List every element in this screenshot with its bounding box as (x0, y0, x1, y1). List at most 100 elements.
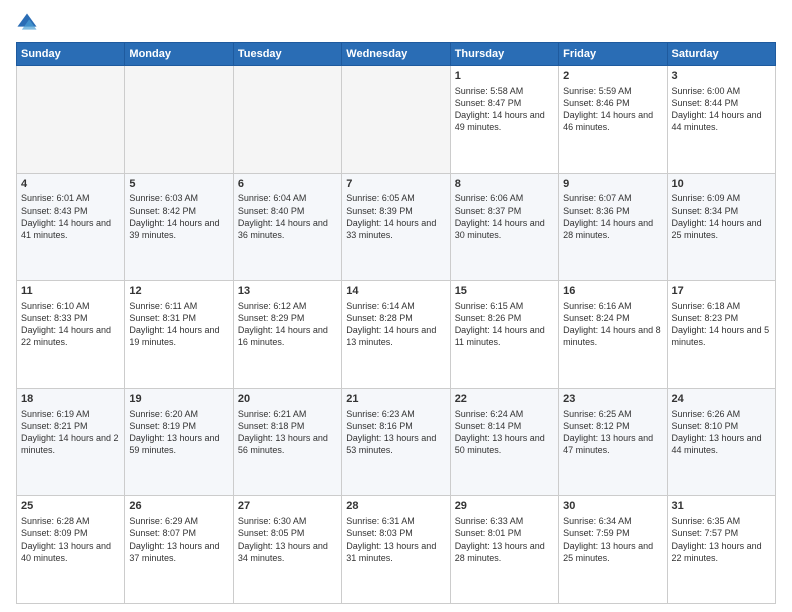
day-info: Sunrise: 6:03 AM Sunset: 8:42 PM Dayligh… (129, 192, 228, 241)
day-number: 3 (672, 69, 771, 84)
day-number: 10 (672, 177, 771, 192)
week-row-3: 11Sunrise: 6:10 AM Sunset: 8:33 PM Dayli… (17, 281, 776, 389)
day-info: Sunrise: 6:19 AM Sunset: 8:21 PM Dayligh… (21, 408, 120, 457)
day-info: Sunrise: 6:11 AM Sunset: 8:31 PM Dayligh… (129, 300, 228, 349)
day-number: 11 (21, 284, 120, 299)
day-info: Sunrise: 6:06 AM Sunset: 8:37 PM Dayligh… (455, 192, 554, 241)
day-number: 23 (563, 392, 662, 407)
col-header-wednesday: Wednesday (342, 43, 450, 66)
day-info: Sunrise: 6:18 AM Sunset: 8:23 PM Dayligh… (672, 300, 771, 349)
day-cell: 22Sunrise: 6:24 AM Sunset: 8:14 PM Dayli… (450, 388, 558, 496)
col-header-thursday: Thursday (450, 43, 558, 66)
day-cell: 18Sunrise: 6:19 AM Sunset: 8:21 PM Dayli… (17, 388, 125, 496)
day-number: 15 (455, 284, 554, 299)
day-cell (125, 66, 233, 174)
col-header-saturday: Saturday (667, 43, 775, 66)
day-number: 7 (346, 177, 445, 192)
day-info: Sunrise: 6:30 AM Sunset: 8:05 PM Dayligh… (238, 515, 337, 564)
day-number: 21 (346, 392, 445, 407)
day-cell: 2Sunrise: 5:59 AM Sunset: 8:46 PM Daylig… (559, 66, 667, 174)
day-cell (233, 66, 341, 174)
day-info: Sunrise: 6:28 AM Sunset: 8:09 PM Dayligh… (21, 515, 120, 564)
day-number: 14 (346, 284, 445, 299)
day-cell: 25Sunrise: 6:28 AM Sunset: 8:09 PM Dayli… (17, 496, 125, 604)
day-cell: 20Sunrise: 6:21 AM Sunset: 8:18 PM Dayli… (233, 388, 341, 496)
day-cell: 8Sunrise: 6:06 AM Sunset: 8:37 PM Daylig… (450, 173, 558, 281)
day-cell: 27Sunrise: 6:30 AM Sunset: 8:05 PM Dayli… (233, 496, 341, 604)
day-info: Sunrise: 6:24 AM Sunset: 8:14 PM Dayligh… (455, 408, 554, 457)
day-number: 17 (672, 284, 771, 299)
logo (16, 12, 42, 34)
day-info: Sunrise: 6:21 AM Sunset: 8:18 PM Dayligh… (238, 408, 337, 457)
day-number: 16 (563, 284, 662, 299)
day-number: 25 (21, 499, 120, 514)
day-info: Sunrise: 6:33 AM Sunset: 8:01 PM Dayligh… (455, 515, 554, 564)
day-info: Sunrise: 5:59 AM Sunset: 8:46 PM Dayligh… (563, 85, 662, 134)
day-cell: 26Sunrise: 6:29 AM Sunset: 8:07 PM Dayli… (125, 496, 233, 604)
day-info: Sunrise: 6:31 AM Sunset: 8:03 PM Dayligh… (346, 515, 445, 564)
day-info: Sunrise: 6:26 AM Sunset: 8:10 PM Dayligh… (672, 408, 771, 457)
day-number: 27 (238, 499, 337, 514)
day-cell: 21Sunrise: 6:23 AM Sunset: 8:16 PM Dayli… (342, 388, 450, 496)
day-cell: 1Sunrise: 5:58 AM Sunset: 8:47 PM Daylig… (450, 66, 558, 174)
day-number: 5 (129, 177, 228, 192)
day-info: Sunrise: 6:29 AM Sunset: 8:07 PM Dayligh… (129, 515, 228, 564)
day-number: 24 (672, 392, 771, 407)
day-cell: 16Sunrise: 6:16 AM Sunset: 8:24 PM Dayli… (559, 281, 667, 389)
day-number: 1 (455, 69, 554, 84)
day-number: 2 (563, 69, 662, 84)
day-cell: 12Sunrise: 6:11 AM Sunset: 8:31 PM Dayli… (125, 281, 233, 389)
day-number: 31 (672, 499, 771, 514)
day-info: Sunrise: 6:20 AM Sunset: 8:19 PM Dayligh… (129, 408, 228, 457)
day-info: Sunrise: 6:35 AM Sunset: 7:57 PM Dayligh… (672, 515, 771, 564)
day-info: Sunrise: 6:10 AM Sunset: 8:33 PM Dayligh… (21, 300, 120, 349)
day-info: Sunrise: 6:01 AM Sunset: 8:43 PM Dayligh… (21, 192, 120, 241)
day-cell: 3Sunrise: 6:00 AM Sunset: 8:44 PM Daylig… (667, 66, 775, 174)
day-info: Sunrise: 6:15 AM Sunset: 8:26 PM Dayligh… (455, 300, 554, 349)
day-info: Sunrise: 6:05 AM Sunset: 8:39 PM Dayligh… (346, 192, 445, 241)
day-cell: 9Sunrise: 6:07 AM Sunset: 8:36 PM Daylig… (559, 173, 667, 281)
day-cell: 4Sunrise: 6:01 AM Sunset: 8:43 PM Daylig… (17, 173, 125, 281)
day-cell: 5Sunrise: 6:03 AM Sunset: 8:42 PM Daylig… (125, 173, 233, 281)
col-header-monday: Monday (125, 43, 233, 66)
day-cell: 10Sunrise: 6:09 AM Sunset: 8:34 PM Dayli… (667, 173, 775, 281)
day-info: Sunrise: 6:23 AM Sunset: 8:16 PM Dayligh… (346, 408, 445, 457)
col-header-friday: Friday (559, 43, 667, 66)
day-number: 28 (346, 499, 445, 514)
logo-icon (16, 12, 38, 34)
day-cell (342, 66, 450, 174)
day-info: Sunrise: 6:07 AM Sunset: 8:36 PM Dayligh… (563, 192, 662, 241)
day-number: 29 (455, 499, 554, 514)
day-cell: 23Sunrise: 6:25 AM Sunset: 8:12 PM Dayli… (559, 388, 667, 496)
day-cell (17, 66, 125, 174)
day-info: Sunrise: 5:58 AM Sunset: 8:47 PM Dayligh… (455, 85, 554, 134)
day-number: 6 (238, 177, 337, 192)
week-row-1: 1Sunrise: 5:58 AM Sunset: 8:47 PM Daylig… (17, 66, 776, 174)
col-header-tuesday: Tuesday (233, 43, 341, 66)
day-cell: 19Sunrise: 6:20 AM Sunset: 8:19 PM Dayli… (125, 388, 233, 496)
day-cell: 7Sunrise: 6:05 AM Sunset: 8:39 PM Daylig… (342, 173, 450, 281)
day-number: 8 (455, 177, 554, 192)
day-info: Sunrise: 6:00 AM Sunset: 8:44 PM Dayligh… (672, 85, 771, 134)
day-cell: 30Sunrise: 6:34 AM Sunset: 7:59 PM Dayli… (559, 496, 667, 604)
day-cell: 13Sunrise: 6:12 AM Sunset: 8:29 PM Dayli… (233, 281, 341, 389)
day-info: Sunrise: 6:25 AM Sunset: 8:12 PM Dayligh… (563, 408, 662, 457)
day-info: Sunrise: 6:16 AM Sunset: 8:24 PM Dayligh… (563, 300, 662, 349)
day-cell: 31Sunrise: 6:35 AM Sunset: 7:57 PM Dayli… (667, 496, 775, 604)
week-row-2: 4Sunrise: 6:01 AM Sunset: 8:43 PM Daylig… (17, 173, 776, 281)
day-cell: 24Sunrise: 6:26 AM Sunset: 8:10 PM Dayli… (667, 388, 775, 496)
day-number: 4 (21, 177, 120, 192)
day-cell: 6Sunrise: 6:04 AM Sunset: 8:40 PM Daylig… (233, 173, 341, 281)
day-cell: 14Sunrise: 6:14 AM Sunset: 8:28 PM Dayli… (342, 281, 450, 389)
day-cell: 29Sunrise: 6:33 AM Sunset: 8:01 PM Dayli… (450, 496, 558, 604)
day-number: 18 (21, 392, 120, 407)
week-row-4: 18Sunrise: 6:19 AM Sunset: 8:21 PM Dayli… (17, 388, 776, 496)
day-number: 19 (129, 392, 228, 407)
day-cell: 17Sunrise: 6:18 AM Sunset: 8:23 PM Dayli… (667, 281, 775, 389)
day-number: 9 (563, 177, 662, 192)
col-header-sunday: Sunday (17, 43, 125, 66)
day-cell: 11Sunrise: 6:10 AM Sunset: 8:33 PM Dayli… (17, 281, 125, 389)
day-cell: 15Sunrise: 6:15 AM Sunset: 8:26 PM Dayli… (450, 281, 558, 389)
day-number: 20 (238, 392, 337, 407)
header (16, 12, 776, 34)
